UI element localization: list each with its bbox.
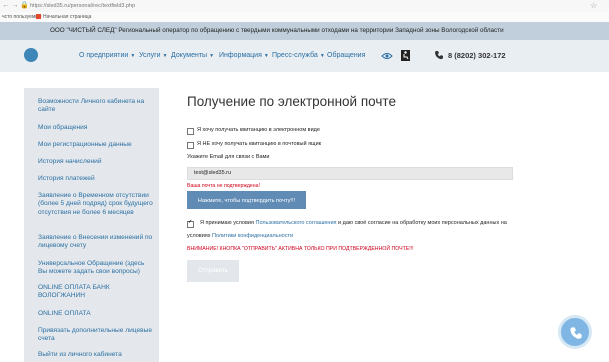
confirm-email-button[interactable]: Нажмите, чтобы подтвердить почту!!! — [187, 191, 306, 209]
url-field[interactable]: https://sled35.ru/personal/rec/textfield… — [30, 0, 135, 12]
nav-about[interactable]: О предприятии ▼ — [79, 52, 135, 60]
email-label: Укажите Email для связи с Вами — [187, 154, 270, 160]
sidebar-item-registration[interactable]: Мои регистрационные данные — [38, 141, 153, 149]
send-button[interactable]: Отправить — [187, 260, 239, 282]
sidebar-item-temporary-absence[interactable]: Заявление о Временном отсутствии (более … — [38, 192, 153, 217]
accessibility-icon[interactable] — [401, 50, 410, 61]
page-title: Получение по электронной почте — [187, 94, 396, 109]
email-field[interactable]: test@sled35.ru — [187, 167, 513, 180]
email-error: Ваша почта не подтверждена! — [187, 183, 260, 189]
chevron-down-icon: ▼ — [209, 53, 215, 59]
chevron-down-icon: ▼ — [319, 53, 325, 59]
lock-icon: 🔒 — [20, 2, 29, 9]
chevron-down-icon: ▼ — [162, 53, 168, 59]
sidebar-item-pay-online[interactable]: ONLINE ОПЛАТА — [38, 310, 153, 318]
sidebar-item-pay-vologzhanin[interactable]: ONLINE ОПЛАТА БАНК ВОЛОГЖАНИН — [38, 284, 153, 301]
org-text: ООО "ЧИСТЫЙ СЛЕД" Региональный оператор … — [50, 27, 504, 34]
forward-icon[interactable]: → — [11, 2, 19, 10]
sidebar-item-payments[interactable]: История платежей — [38, 175, 153, 183]
bookmark-icon — [36, 14, 41, 19]
call-button[interactable] — [558, 315, 592, 349]
agree-checkbox[interactable] — [187, 219, 194, 228]
bookmark-home[interactable]: Начальная страница — [43, 12, 91, 22]
nav-press[interactable]: Пресс-служба ▼ — [272, 52, 325, 60]
sidebar-item-logout[interactable]: Выйти из личного кабинета — [38, 351, 153, 359]
user-agreement-link[interactable]: Пользовательского соглашения — [255, 220, 336, 226]
warning-text: ВНИМАНИЕ! КНОПКА "ОТПРАВИТЬ" АКТИВНА ТОЛ… — [187, 246, 414, 252]
agree-text-line2: условиях Политики конфиденциальности — [187, 233, 294, 239]
no-paper-receipt-label: Я НЕ хочу получать квитанцию в почтовый … — [197, 141, 322, 147]
star-icon[interactable]: ☆ — [590, 0, 597, 12]
sidebar-item-my-appeals[interactable]: Мои обращения — [38, 124, 153, 132]
agree-text: Я принимаю условия Пользовательского сог… — [200, 220, 507, 226]
nav-documents[interactable]: Документы ▼ — [171, 52, 214, 60]
nav-appeals[interactable]: Обращения — [327, 52, 365, 60]
main-nav: О предприятии ▼ Услуги ▼ Документы ▼ Информ… — [0, 40, 609, 72]
chevron-down-icon: ▼ — [130, 53, 136, 59]
chevron-down-icon: ▼ — [263, 53, 269, 59]
electronic-receipt-label: Я хочу получать квитанцию в электронном … — [197, 127, 320, 133]
phone-number[interactable]: 8 (8202) 302-172 — [448, 52, 506, 60]
sidebar-item-universal-appeal[interactable]: Универсальное Обращение (здесь Вы можете… — [38, 260, 153, 277]
org-banner: ООО "ЧИСТЫЙ СЛЕД" Региональный оператор … — [0, 22, 609, 40]
privacy-policy-link[interactable]: Политики конфиденциальности — [212, 233, 293, 239]
electronic-receipt-checkbox[interactable] — [187, 128, 194, 135]
nav-information[interactable]: Информация ▼ — [219, 52, 269, 60]
nav-services[interactable]: Услуги ▼ — [139, 52, 167, 60]
phone-icon — [570, 327, 582, 339]
sidebar-item-features[interactable]: Возможности Личного кабинета на сайте — [38, 98, 153, 115]
logo[interactable] — [24, 48, 38, 62]
eye-icon[interactable] — [381, 52, 393, 60]
sidebar-item-charges[interactable]: История начислений — [38, 158, 153, 166]
back-icon[interactable]: ← — [2, 2, 10, 10]
sidebar: Возможности Личного кабинета на сайте Мо… — [24, 88, 159, 362]
no-paper-receipt-checkbox[interactable] — [187, 142, 194, 149]
sidebar-item-account-changes[interactable]: Заявление о Внесении изменений по лицево… — [38, 234, 153, 251]
phone-icon — [435, 51, 443, 60]
sidebar-item-link-accounts[interactable]: Привязать дополнительные лицевые счета — [38, 327, 153, 344]
